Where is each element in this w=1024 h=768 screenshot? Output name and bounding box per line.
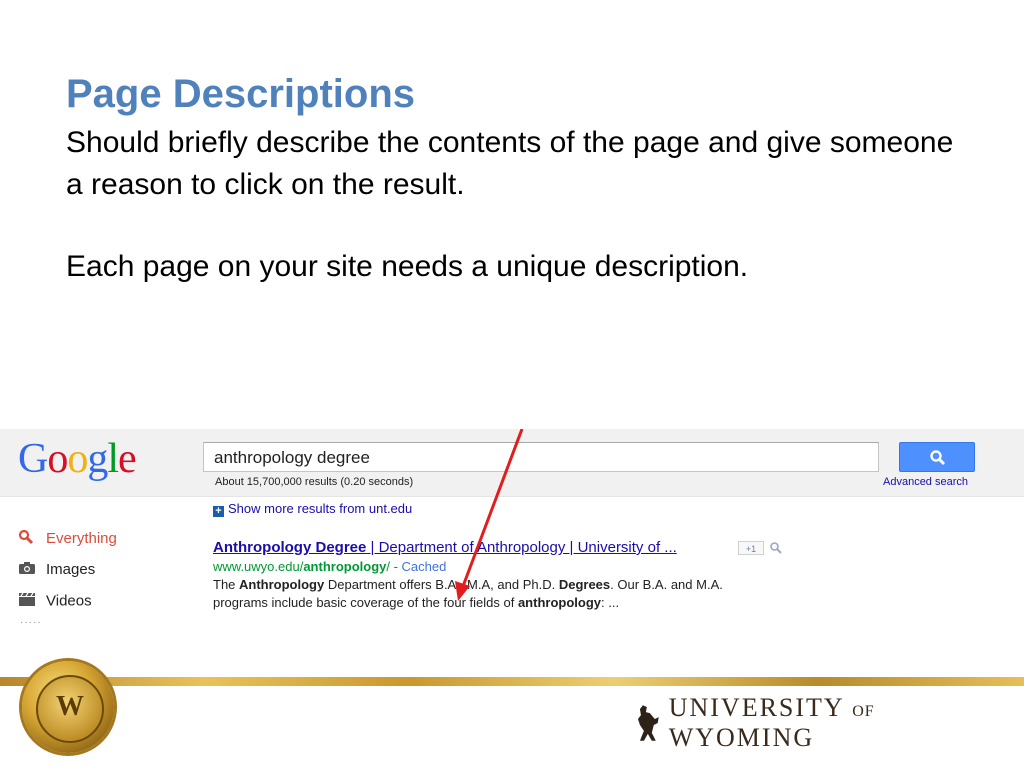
university-wordmark: UNIVERSITY OF WYOMING [635, 693, 1024, 752]
show-more-label: Show more results from unt.edu [228, 501, 413, 516]
wordmark-of: OF [852, 703, 875, 720]
camera-icon [18, 561, 38, 579]
logo-letter: e [118, 436, 137, 482]
logo-letter: l [107, 436, 119, 482]
snippet-part: Degrees [558, 577, 611, 592]
bucking-horse-icon [637, 705, 659, 741]
result-stats: About 15,700,000 results (0.20 seconds) [215, 476, 414, 488]
snippet-part: anthropology [517, 595, 601, 610]
footer-gold-band [0, 677, 1024, 686]
instant-preview-icon[interactable] [769, 541, 783, 555]
wordmark-main: UNIVERSITY [668, 693, 844, 722]
url-suffix: / - [386, 559, 402, 574]
result-snippet: The Anthropology Department offers B.A.,… [213, 576, 773, 612]
sidebar-label: Everything [46, 529, 117, 547]
sidebar-label: Images [46, 561, 96, 578]
slide-body: Should briefly describe the contents of … [66, 122, 966, 288]
film-icon [18, 592, 38, 611]
logo-letter: o [67, 436, 88, 482]
logo-letter: G [18, 436, 48, 482]
logo-letter: g [87, 436, 108, 482]
url-prefix: www.uwyo.edu/ [213, 559, 304, 574]
snippet-part: Department offers B.A., M.A, and Ph.D. [324, 577, 559, 592]
slide-title: Page Descriptions [66, 72, 416, 116]
advanced-search-link[interactable]: Advanced search [883, 476, 968, 488]
result-title-bold: Anthropology Degree [213, 539, 367, 556]
google-header-bar: Google anthropology degree About 15,700,… [0, 429, 1024, 497]
magnifier-icon [930, 450, 946, 466]
sidebar-item-images[interactable]: Images [18, 561, 95, 579]
sidebar-label: Videos [46, 592, 92, 610]
search-input[interactable]: anthropology degree [203, 442, 879, 472]
sidebar-item-everything[interactable]: Everything [18, 529, 117, 549]
google-logo[interactable]: Google [18, 435, 137, 483]
snippet-part: : ... [601, 595, 620, 610]
result-url: www.uwyo.edu/anthropology/ - Cached [213, 559, 446, 574]
logo-letter: o [47, 436, 68, 482]
plus-one-button[interactable]: +1 [738, 541, 764, 555]
result-title-rest: | Department of Anthropology | Universit… [366, 539, 677, 556]
search-button[interactable] [899, 442, 975, 472]
sidebar-item-videos[interactable]: Videos [18, 592, 92, 611]
sidebar-more[interactable]: ····· [20, 617, 42, 628]
cached-link[interactable]: Cached [402, 559, 447, 574]
wordmark-end: WYOMING [668, 723, 815, 752]
result-title-link[interactable]: Anthropology Degree | Department of Anth… [213, 539, 677, 556]
url-bold: anthropology [303, 559, 387, 574]
body-paragraph-2: Each page on your site needs a unique de… [66, 250, 749, 283]
university-seal-logo: W [22, 661, 114, 753]
google-results-screenshot: Google anthropology degree About 15,700,… [0, 429, 1024, 644]
snippet-part: The [213, 577, 240, 592]
show-more-results-link[interactable]: + Show more results from unt.edu [213, 501, 412, 517]
snippet-part: Anthropology [239, 577, 325, 592]
search-icon [18, 529, 38, 549]
body-paragraph-1: Should briefly describe the contents of … [66, 126, 954, 201]
plus-icon: + [213, 506, 224, 517]
seal-monogram: W [56, 691, 84, 722]
